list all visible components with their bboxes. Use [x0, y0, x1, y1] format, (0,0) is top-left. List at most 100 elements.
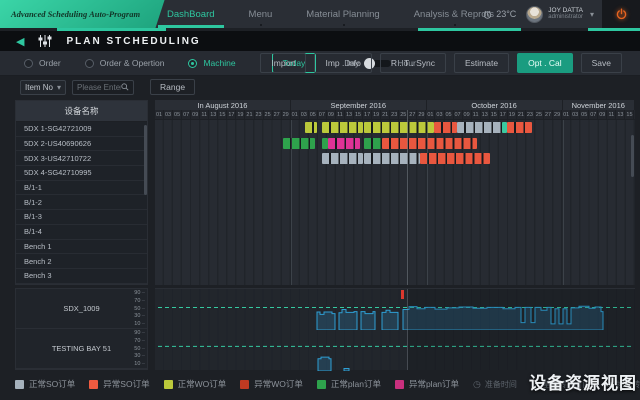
mode-radio-order[interactable]: Order	[24, 58, 61, 68]
load-series	[317, 312, 335, 330]
power-button[interactable]	[602, 0, 640, 28]
axis-tick-label: 50	[134, 346, 145, 352]
mode-radio-machine[interactable]: Machine	[188, 58, 235, 68]
machine-list-item[interactable]: Bench 3	[16, 269, 147, 284]
user-menu[interactable]: JOY DATTA administrator ▾	[526, 6, 594, 23]
day-header-cell: 29	[282, 110, 291, 119]
day-header-cell: 09	[191, 110, 200, 119]
import-button[interactable]: Import	[260, 53, 306, 73]
legend-item: 异常plan订单	[395, 378, 459, 390]
power-icon	[615, 8, 628, 21]
machine-list-item[interactable]: B/1-2	[16, 195, 147, 210]
day-header-cell: 15	[354, 110, 363, 119]
day-header-cell: 29	[553, 110, 562, 119]
page-title: PLAN STCHEDULING	[66, 36, 200, 47]
month-boundary-line	[427, 120, 428, 285]
gantt-bar-red[interactable]	[420, 153, 490, 164]
gantt-bar-green[interactable]	[364, 138, 382, 149]
day-header-cell: 05	[173, 110, 182, 119]
item-no-select[interactable]: Item No ▾	[20, 80, 66, 95]
legend-item: 正常WO订单	[164, 378, 227, 390]
machine-list-item[interactable]: Bench 1	[16, 240, 147, 255]
opt-cal-button[interactable]: Opt . Cal	[517, 53, 573, 73]
legend-item: 正常plan订单	[317, 378, 381, 390]
axis-tick-label: 90	[134, 290, 145, 296]
user-name: JOY DATTA	[548, 7, 583, 15]
temperature-value: 23°C	[496, 9, 516, 19]
imp-info-button[interactable]: Imp . Info	[314, 53, 371, 73]
gantt-bar-silver[interactable]	[457, 122, 502, 133]
month-boundary-line	[291, 120, 292, 285]
legend-color-box	[317, 380, 326, 389]
gantt-bar-red[interactable]	[434, 122, 457, 133]
axis-tick-label: 70	[134, 298, 145, 304]
gantt-bar-yellow[interactable]	[322, 122, 363, 133]
search-box[interactable]	[72, 80, 134, 95]
axis-tick-label: 70	[134, 338, 145, 344]
load-row-label: TESTING BAY 519070503010	[16, 329, 147, 369]
legend-label: 正常plan订单	[331, 378, 381, 390]
nav-indicator-dot	[343, 24, 345, 26]
legend-color-box	[15, 380, 24, 389]
day-header-cell: 11	[472, 110, 481, 119]
day-header-cell: 01	[426, 110, 435, 119]
range-button[interactable]: Range	[150, 79, 195, 95]
day-header-cell: 05	[445, 110, 454, 119]
gantt-scrollbar[interactable]	[631, 135, 634, 177]
gantt-bar-red[interactable]	[507, 122, 532, 133]
machine-list-item[interactable]: 5DX 3-US42710722	[16, 151, 147, 166]
back-button[interactable]: ◀	[16, 35, 24, 48]
machine-list-item[interactable]: B/1-3	[16, 210, 147, 225]
machine-list-item[interactable]: 5DX 2-US40690626	[16, 137, 147, 152]
nav-item-dashboard[interactable]: DashBoard	[150, 0, 232, 28]
load-series	[344, 369, 349, 372]
now-line	[407, 110, 408, 285]
machine-list-item[interactable]: B/1-4	[16, 225, 147, 240]
gantt-bar-yellow[interactable]	[305, 122, 317, 133]
legend-label: 异常plan订单	[409, 378, 459, 390]
mode-radio-label: Order & Opertion	[100, 58, 165, 68]
user-role: administrator	[548, 14, 583, 22]
load-row-name: TESTING BAY 51	[52, 344, 111, 353]
toolbar: OrderOrder & OpertionMachine Today Day H…	[0, 51, 640, 76]
gantt-bar-green[interactable]	[283, 138, 315, 149]
search-icon[interactable]	[121, 83, 129, 91]
machine-panel-scrollbar[interactable]	[144, 125, 147, 195]
machine-list-item[interactable]: Bench 2	[16, 254, 147, 269]
machine-list-item[interactable]: 5DX 1-SG42721009	[16, 122, 147, 137]
chevron-down-icon[interactable]: ▾	[590, 10, 594, 19]
axis-tick-label: 90	[134, 330, 145, 336]
day-header-cell: 03	[571, 110, 580, 119]
day-header-cell: 19	[236, 110, 245, 119]
machine-list-item[interactable]: B/1-1	[16, 181, 147, 196]
day-header-cell: 21	[381, 110, 390, 119]
avatar[interactable]	[526, 6, 543, 23]
mode-radio-order-opertion[interactable]: Order & Opertion	[85, 58, 165, 68]
month-boundary-line	[563, 120, 564, 285]
save-button[interactable]: Save	[581, 53, 622, 73]
gantt-bar-silver[interactable]	[364, 153, 420, 164]
day-header-cell: 03	[164, 110, 173, 119]
toolbar-actions: Import Imp . Info R . T . Sync Estimate Opt …	[260, 53, 622, 73]
sliders-icon	[38, 35, 52, 47]
day-header-cell: 07	[182, 110, 191, 119]
day-header-cell: 07	[454, 110, 463, 119]
nav-item-material-planning[interactable]: Material Planning	[289, 0, 396, 28]
now-line	[407, 289, 408, 370]
day-header-cell: 27	[273, 110, 282, 119]
axis-tick-label: 30	[134, 353, 145, 359]
r-t-sync-button[interactable]: R . T . Sync	[380, 53, 446, 73]
app-logo-text: Advanced Scheduling Auto-Program	[11, 9, 140, 19]
load-label-panel: SDX_10099070503010TESTING BAY 5190705030…	[15, 288, 148, 370]
machine-list-item[interactable]: 5DX 4-SG42710995	[16, 166, 147, 181]
day-header-cell: 23	[255, 110, 264, 119]
gantt-bar-magenta[interactable]	[328, 138, 360, 149]
day-header-cell: 09	[327, 110, 336, 119]
search-input[interactable]	[77, 83, 121, 92]
day-header-cell: 01	[291, 110, 300, 119]
gantt-bar-yellow[interactable]	[364, 122, 434, 133]
nav-item-menu[interactable]: Menu	[232, 0, 290, 28]
gantt-bar-red[interactable]	[382, 138, 477, 149]
estimate-button[interactable]: Estimate	[454, 53, 509, 73]
gantt-bar-silver[interactable]	[322, 153, 363, 164]
